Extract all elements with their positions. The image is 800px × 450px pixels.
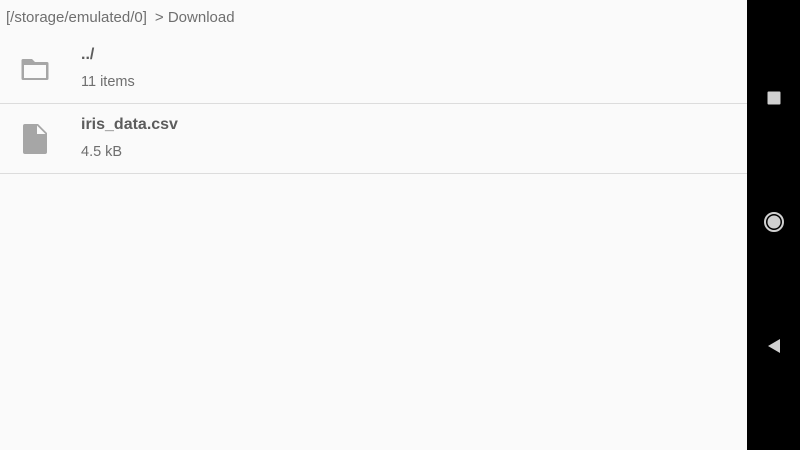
file-meta: 4.5 kB xyxy=(81,144,123,160)
breadcrumb-current[interactable]: > Download xyxy=(155,9,235,26)
file-icon xyxy=(20,123,50,154)
recents-icon xyxy=(767,91,781,110)
screen: [/storage/emulated/0] > Download ../ 11 … xyxy=(0,0,800,450)
list-item-parent-folder[interactable]: ../ 11 items xyxy=(0,34,747,104)
file-browser: [/storage/emulated/0] > Download ../ 11 … xyxy=(0,0,747,450)
recents-button[interactable] xyxy=(747,80,800,120)
breadcrumb-root[interactable]: [/storage/emulated/0] xyxy=(6,9,147,26)
file-name: iris_data.csv xyxy=(81,116,178,133)
back-button[interactable] xyxy=(747,328,800,368)
navigation-bar xyxy=(747,0,800,450)
file-name: ../ xyxy=(81,46,95,63)
home-button[interactable] xyxy=(747,204,800,244)
back-icon xyxy=(767,338,781,359)
file-list: ../ 11 items iris_data.csv 4.5 kB xyxy=(0,34,747,174)
folder-icon xyxy=(20,54,50,84)
file-meta: 11 items xyxy=(81,74,135,90)
home-icon xyxy=(763,211,785,238)
breadcrumb: [/storage/emulated/0] > Download xyxy=(0,0,747,34)
list-item-file[interactable]: iris_data.csv 4.5 kB xyxy=(0,104,747,174)
